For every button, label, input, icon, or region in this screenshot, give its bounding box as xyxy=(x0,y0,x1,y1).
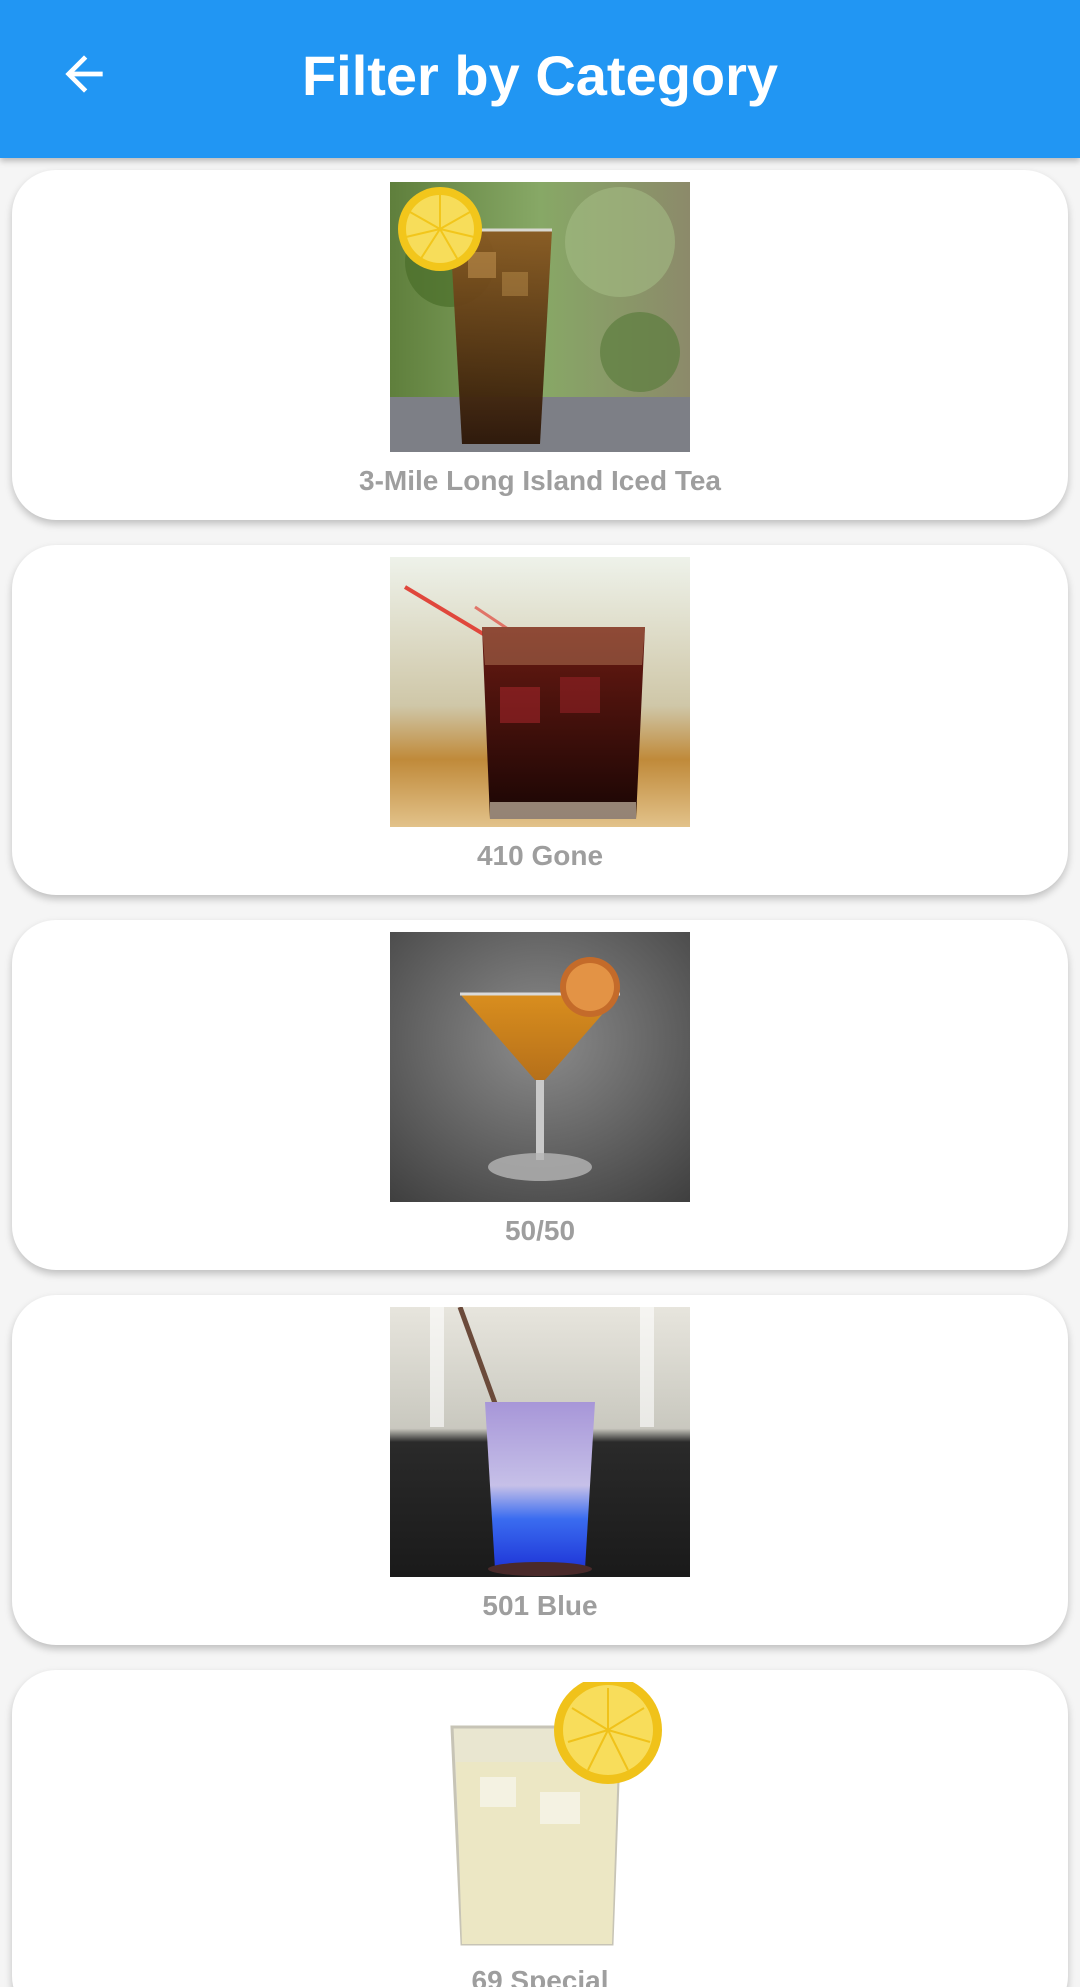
drink-image xyxy=(390,182,690,452)
drink-name: 410 Gone xyxy=(476,840,604,871)
app-bar: Filter by Category xyxy=(0,0,1080,158)
drink-card[interactable]: 69 Special xyxy=(12,1670,1068,1987)
drink-name: 501 Blue xyxy=(482,1590,598,1621)
drink-image xyxy=(390,557,690,827)
drink-card[interactable]: 501 Blue xyxy=(12,1295,1068,1645)
drink-image xyxy=(390,1682,690,1952)
drink-card[interactable]: 3-Mile Long Island Iced Tea xyxy=(12,170,1068,520)
drink-card[interactable]: 50/50 xyxy=(12,920,1068,1270)
drink-image xyxy=(390,932,690,1202)
drink-name: 50/50 xyxy=(504,1215,576,1246)
drink-card[interactable]: 410 Gone xyxy=(12,545,1068,895)
page-title: Filter by Category xyxy=(301,43,779,107)
drink-name: 69 Special xyxy=(471,1965,609,1987)
drink-name: 3-Mile Long Island Iced Tea xyxy=(359,465,721,496)
drink-list[interactable]: 3-Mile Long Island Iced Tea 410 Gone 50/… xyxy=(0,158,1080,1987)
drink-image xyxy=(390,1307,690,1577)
